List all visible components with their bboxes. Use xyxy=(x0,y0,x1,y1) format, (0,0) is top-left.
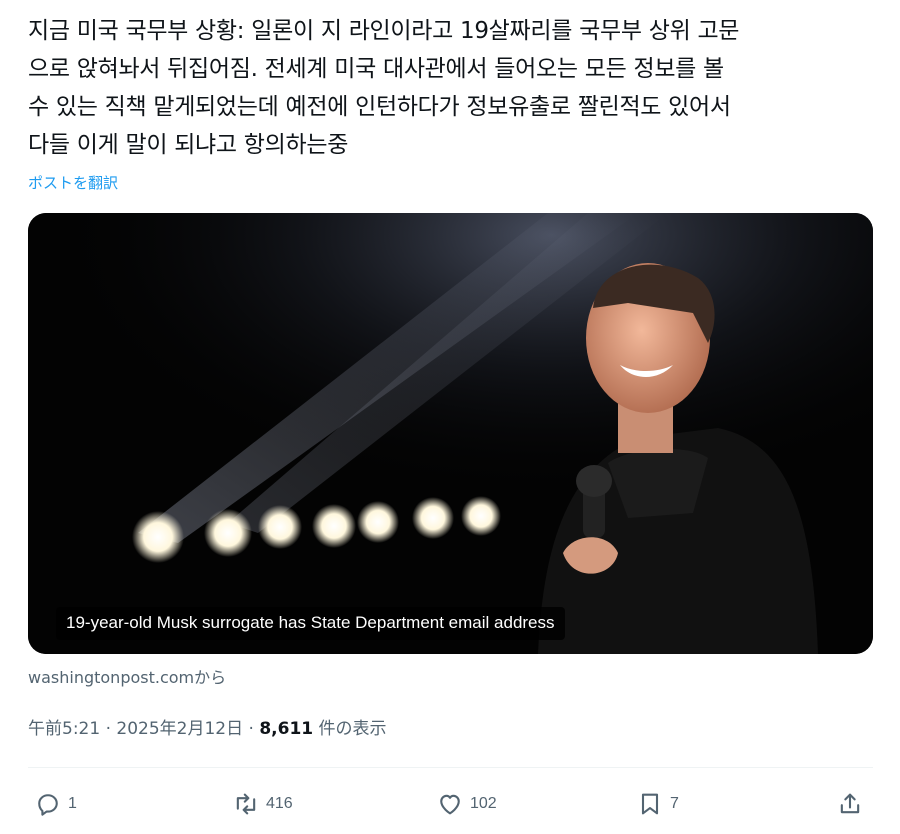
views-label: 件の表示 xyxy=(318,719,387,739)
tweet-line: 다들 이게 말이 되냐고 항의하는중 xyxy=(28,132,349,158)
reply-count: 1 xyxy=(68,795,77,812)
divider xyxy=(28,767,873,768)
tweet-text: 지금 미국 국무부 상황: 일론이 지 라인이라고 19살짜리를 국무부 상위 … xyxy=(28,12,878,164)
source-domain[interactable]: washingtonpost.com xyxy=(28,668,194,687)
reply-icon xyxy=(38,794,58,816)
repost-count: 416 xyxy=(266,795,293,812)
tweet-line: 수 있는 직책 맡게되었는데 예전에 인턴하다가 정보유출로 짤린적도 있어서 xyxy=(28,94,731,120)
heart-icon xyxy=(440,794,460,815)
tweet-metadata: 午前5:21 · 2025年2月12日 · 8,611 件の表示 xyxy=(28,714,387,739)
tweet-time[interactable]: 午前5:21 xyxy=(28,719,100,739)
action-bar: 1 416 102 7 xyxy=(0,786,900,822)
share-button[interactable] xyxy=(836,786,870,822)
bookmark-button[interactable]: 7 xyxy=(636,786,679,822)
like-button[interactable]: 102 xyxy=(436,786,497,822)
link-card-image[interactable]: 19-year-old Musk surrogate has State Dep… xyxy=(28,213,873,654)
tweet-line: 지금 미국 국무부 상황: 일론이 지 라인이라고 19살짜리를 국무부 상위 … xyxy=(28,18,740,44)
repost-button[interactable]: 416 xyxy=(232,786,293,822)
bookmark-icon xyxy=(641,793,659,815)
bookmark-count: 7 xyxy=(670,795,679,812)
view-count: 8,611 xyxy=(259,719,314,739)
translate-post-link[interactable]: ポストを翻訳 xyxy=(28,172,118,193)
meta-separator: · xyxy=(248,719,254,739)
source-link[interactable]: washingtonpost.comから xyxy=(28,664,226,688)
repost-icon xyxy=(236,793,256,815)
reply-button[interactable]: 1 xyxy=(34,786,77,822)
like-count: 102 xyxy=(470,795,497,812)
tweet-line: 으로 앉혀놔서 뒤집어짐. 전세계 미국 대사관에서 들어오는 모든 정보를 볼 xyxy=(28,56,724,82)
share-icon xyxy=(840,793,860,814)
tweet-date[interactable]: 2025年2月12日 xyxy=(116,719,243,739)
link-card-caption: 19-year-old Musk surrogate has State Dep… xyxy=(56,607,565,640)
meta-separator: · xyxy=(105,719,111,739)
source-suffix: から xyxy=(194,668,227,687)
news-photo xyxy=(28,213,873,654)
